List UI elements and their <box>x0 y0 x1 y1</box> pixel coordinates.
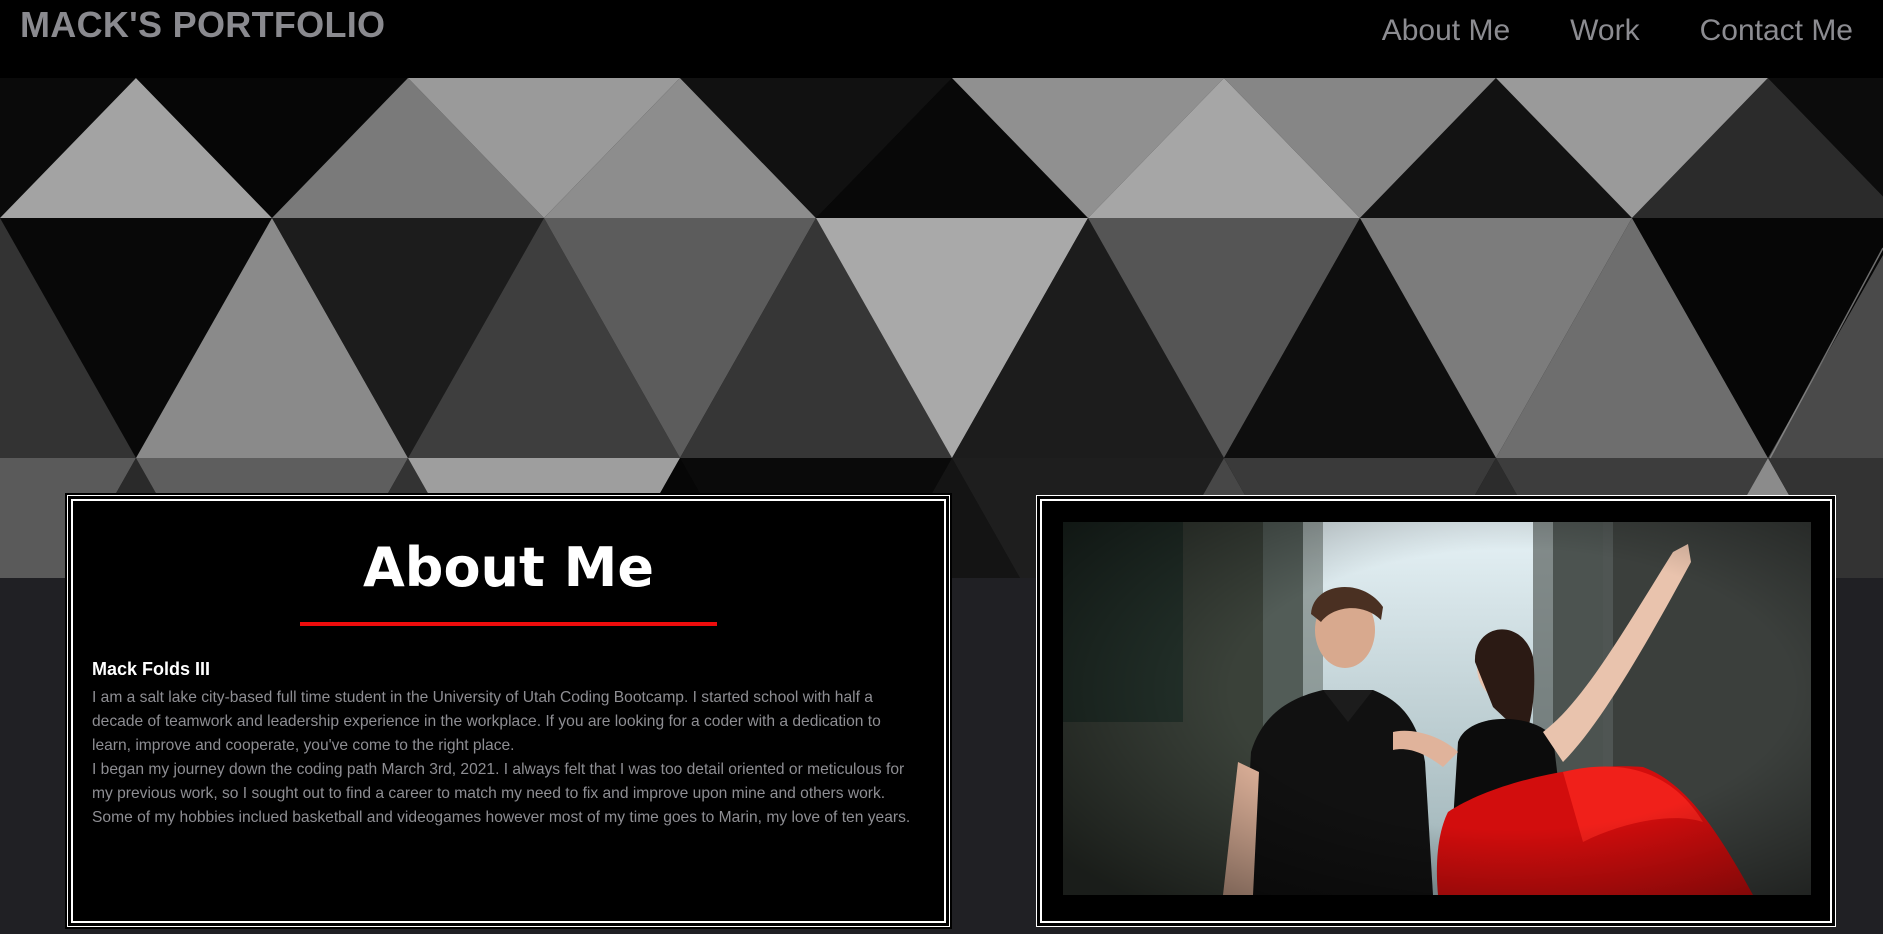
photo-panel <box>1036 495 1836 927</box>
site-header: MACK'S PORTFOLIO About Me Work Contact M… <box>0 0 1883 78</box>
portrait-image-icon <box>1063 522 1811 895</box>
main-nav: About Me Work Contact Me <box>1322 12 1853 52</box>
about-paragraph-1: I am a salt lake city-based full time st… <box>92 689 881 754</box>
nav-link-work[interactable]: Work <box>1570 12 1639 52</box>
brand-logo-text[interactable]: MACK'S PORTFOLIO <box>20 4 385 46</box>
title-underline-divider <box>300 622 717 626</box>
couple-portrait-photo <box>1063 522 1811 895</box>
nav-link-about-me[interactable]: About Me <box>1382 12 1510 52</box>
about-name-heading: Mack Folds III <box>92 659 211 679</box>
portfolio-page: MACK'S PORTFOLIO About Me Work Contact M… <box>0 0 1883 934</box>
about-paragraph-2: I began my journey down the coding path … <box>92 761 911 826</box>
about-body-text: I am a salt lake city-based full time st… <box>92 686 912 830</box>
about-me-panel: About Me Mack Folds III I am a salt lake… <box>65 493 952 929</box>
nav-link-contact-me[interactable]: Contact Me <box>1700 12 1853 52</box>
about-title: About Me <box>363 536 654 599</box>
